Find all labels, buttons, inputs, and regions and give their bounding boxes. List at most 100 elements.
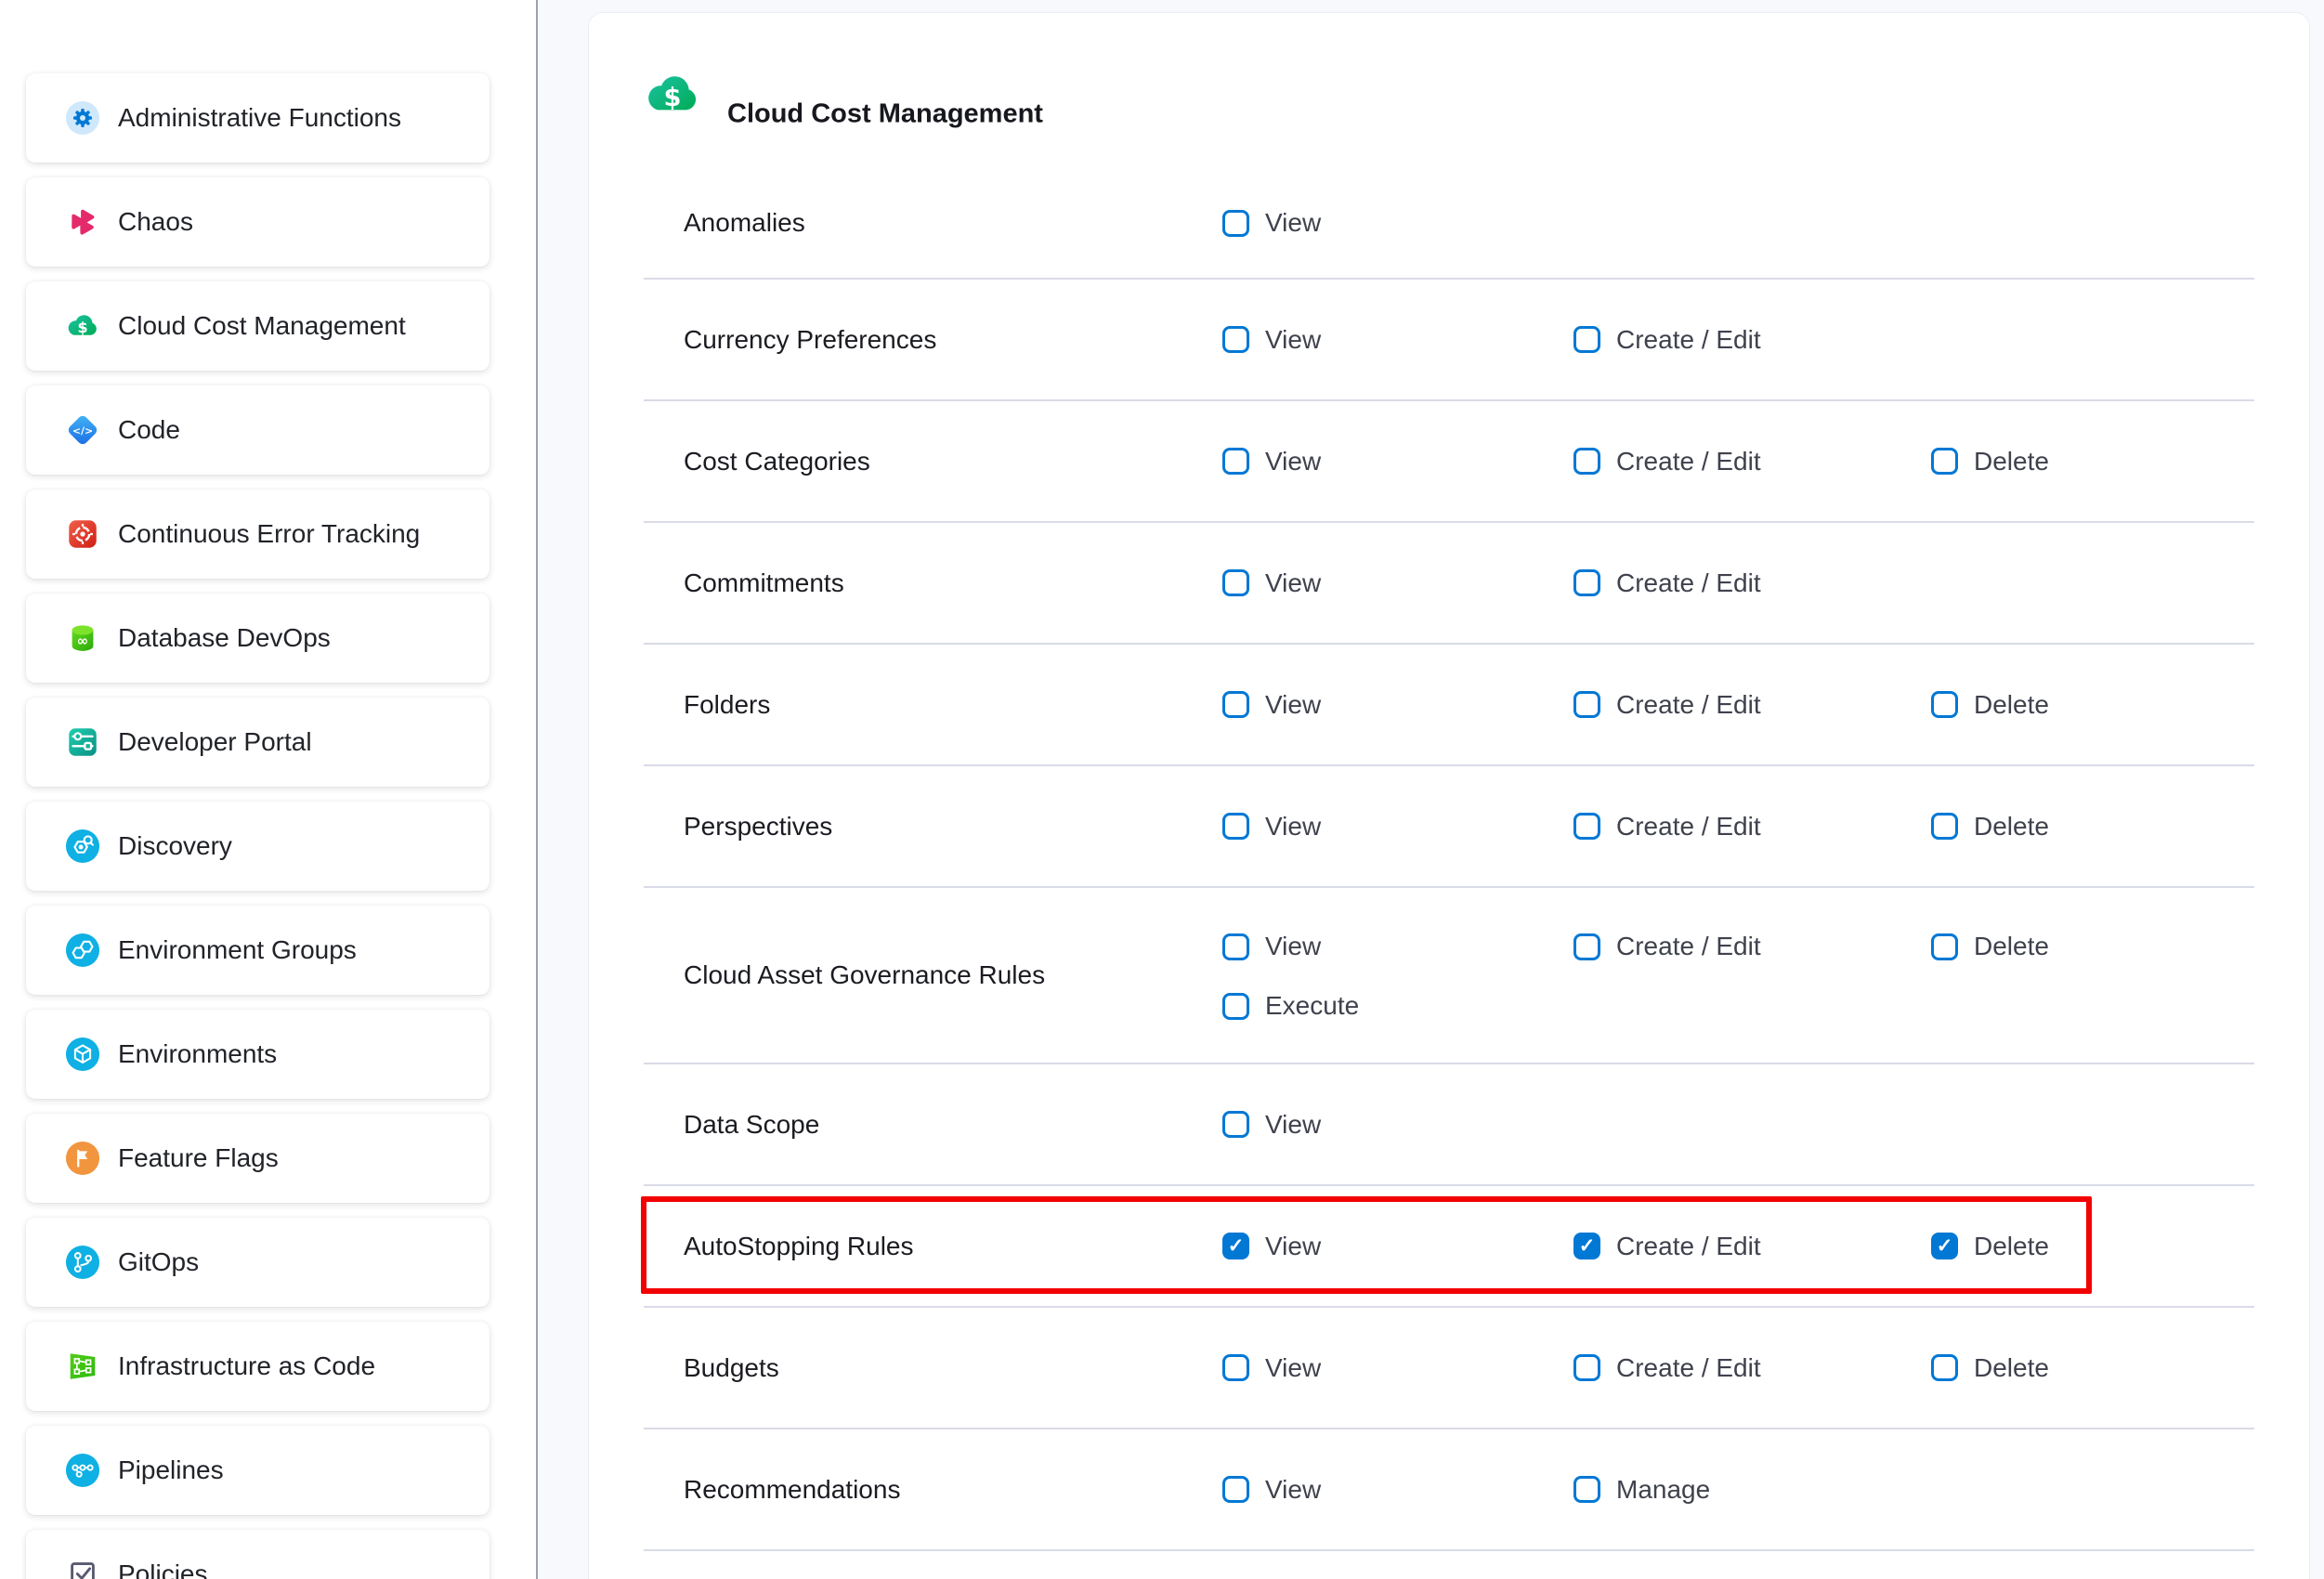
sidebar-item-developer-portal[interactable]: Developer Portal [26, 698, 490, 787]
permission-row-budgets: Budgets ViewCreate / EditDelete [589, 1307, 2309, 1429]
checkbox-perspectives-delete[interactable] [1931, 813, 1958, 840]
sidebar-item-infrastructure-as-code[interactable]: Infrastructure as Code [26, 1322, 490, 1411]
panel-header: Cloud Cost Management [589, 13, 2309, 167]
code-icon [65, 412, 100, 448]
checkbox-data-scope-view[interactable] [1222, 1111, 1249, 1138]
permission-row-recommendations: Recommendations ViewManage [589, 1429, 2309, 1550]
sidebar-item-feature-flags[interactable]: Feature Flags [26, 1114, 490, 1203]
checkbox-cloud-asset-governance-rules-delete[interactable] [1931, 933, 1958, 960]
permission-label: Create / Edit [1616, 1232, 1761, 1261]
sidebar-item-gitops[interactable]: GitOps [26, 1218, 490, 1307]
checkbox-perspectives-view[interactable] [1222, 813, 1249, 840]
resource-label: Folders [684, 690, 770, 720]
permission-label: Create / Edit [1616, 1353, 1761, 1383]
environments-icon [65, 1037, 100, 1072]
checkbox-budgets-create-edit[interactable] [1573, 1354, 1600, 1381]
checkbox-currency-preferences-create-edit[interactable] [1573, 326, 1600, 353]
developer-portal-icon [65, 724, 100, 760]
permissions-rows: Anomalies View Currency Preferences View… [589, 167, 2309, 1550]
sidebar-item-environments[interactable]: Environments [26, 1010, 490, 1099]
sidebar-item-cloud-cost-management[interactable]: Cloud Cost Management [26, 281, 490, 371]
sidebar-item-code[interactable]: Code [26, 385, 490, 475]
permission-cost-categories-view: View [1222, 447, 1321, 476]
permission-cost-categories-delete: Delete [1931, 447, 2049, 476]
sidebar-item-label: Chaos [118, 207, 193, 237]
permission-row-anomalies: Anomalies View [589, 167, 2309, 279]
permission-label: Delete [1974, 1353, 2049, 1383]
checkbox-cloud-asset-governance-rules-execute[interactable] [1222, 993, 1249, 1020]
checkbox-perspectives-create-edit[interactable] [1573, 813, 1600, 840]
checkbox-recommendations-manage[interactable] [1573, 1476, 1600, 1503]
permission-row-cost-categories: Cost Categories ViewCreate / EditDelete [589, 400, 2309, 522]
sidebar-item-continuous-error-tracking[interactable]: Continuous Error Tracking [26, 489, 490, 579]
checkbox-folders-view[interactable] [1222, 691, 1249, 718]
checkbox-anomalies-view[interactable] [1222, 210, 1249, 237]
permission-label: Manage [1616, 1475, 1710, 1505]
permission-label: View [1265, 1475, 1321, 1505]
permissions-panel: Cloud Cost Management Anomalies View Cur… [588, 12, 2310, 1579]
sidebar-item-chaos[interactable]: Chaos [26, 177, 490, 267]
permission-row-commitments: Commitments ViewCreate / Edit [589, 522, 2309, 644]
error-tracking-icon [65, 516, 100, 552]
checkbox-cost-categories-delete[interactable] [1931, 448, 1958, 475]
policies-icon [65, 1557, 100, 1579]
sidebar-item-label: Feature Flags [118, 1143, 279, 1173]
checkbox-budgets-delete[interactable] [1931, 1354, 1958, 1381]
permission-label: View [1265, 1232, 1321, 1261]
cloud-cost-icon [65, 308, 100, 344]
sidebar-item-pipelines[interactable]: Pipelines [26, 1426, 490, 1515]
resource-label: Cloud Asset Governance Rules [684, 960, 1045, 990]
permission-label: Create / Edit [1616, 690, 1761, 720]
sidebar-item-discovery[interactable]: Discovery [26, 802, 490, 891]
checkbox-cost-categories-view[interactable] [1222, 448, 1249, 475]
permission-perspectives-delete: Delete [1931, 812, 2049, 842]
permission-label: Delete [1974, 1232, 2049, 1261]
sidebar-item-label: GitOps [118, 1247, 199, 1277]
permission-label: Execute [1265, 991, 1359, 1021]
checkbox-recommendations-view[interactable] [1222, 1476, 1249, 1503]
sidebar-item-administrative-functions[interactable]: Administrative Functions [26, 73, 490, 163]
permission-label: View [1265, 447, 1321, 476]
permission-cloud-asset-governance-rules-view: View [1222, 932, 1321, 961]
permission-label: Delete [1974, 690, 2049, 720]
permission-row-folders: Folders ViewCreate / EditDelete [589, 644, 2309, 765]
checkbox-folders-delete[interactable] [1931, 691, 1958, 718]
sidebar-item-database-devops[interactable]: Database DevOps [26, 594, 490, 683]
permission-autostopping-rules-create-edit: Create / Edit [1573, 1232, 1761, 1261]
permission-folders-create-edit: Create / Edit [1573, 690, 1761, 720]
permission-cloud-asset-governance-rules-delete: Delete [1931, 932, 2049, 961]
cloud-cost-icon [643, 68, 702, 122]
sidebar-item-environment-groups[interactable]: Environment Groups [26, 906, 490, 995]
resource-label: Perspectives [684, 812, 832, 842]
checkbox-cost-categories-create-edit[interactable] [1573, 448, 1600, 475]
resource-label: Cost Categories [684, 447, 870, 476]
checkbox-cloud-asset-governance-rules-create-edit[interactable] [1573, 933, 1600, 960]
checkbox-autostopping-rules-delete[interactable] [1931, 1233, 1958, 1259]
infrastructure-as-code-icon [65, 1349, 100, 1384]
permission-autostopping-rules-delete: Delete [1931, 1232, 2049, 1261]
sidebar-item-label: Environments [118, 1039, 277, 1069]
checkbox-autostopping-rules-view[interactable] [1222, 1233, 1249, 1259]
checkbox-commitments-create-edit[interactable] [1573, 569, 1600, 596]
permission-label: Delete [1974, 932, 2049, 961]
checkbox-budgets-view[interactable] [1222, 1354, 1249, 1381]
checkbox-folders-create-edit[interactable] [1573, 691, 1600, 718]
pipelines-icon [65, 1453, 100, 1488]
checkbox-currency-preferences-view[interactable] [1222, 326, 1249, 353]
sidebar-item-label: Administrative Functions [118, 103, 401, 133]
checkbox-autostopping-rules-create-edit[interactable] [1573, 1233, 1600, 1259]
sidebar-item-label: Discovery [118, 831, 232, 861]
resource-label: Data Scope [684, 1110, 819, 1140]
permission-row-cloud-asset-governance-rules: Cloud Asset Governance Rules ViewCreate … [589, 887, 2309, 1064]
sidebar-item-label: Policies [118, 1559, 207, 1579]
sidebar-item-label: Environment Groups [118, 935, 357, 965]
permission-row-perspectives: Perspectives ViewCreate / EditDelete [589, 765, 2309, 887]
permission-label: View [1265, 1110, 1321, 1140]
permission-recommendations-manage: Manage [1573, 1475, 1710, 1505]
checkbox-cloud-asset-governance-rules-view[interactable] [1222, 933, 1249, 960]
checkbox-commitments-view[interactable] [1222, 569, 1249, 596]
sidebar-item-label: Infrastructure as Code [118, 1351, 375, 1381]
permission-perspectives-create-edit: Create / Edit [1573, 812, 1761, 842]
permission-budgets-create-edit: Create / Edit [1573, 1353, 1761, 1383]
sidebar-item-policies[interactable]: Policies [26, 1530, 490, 1579]
